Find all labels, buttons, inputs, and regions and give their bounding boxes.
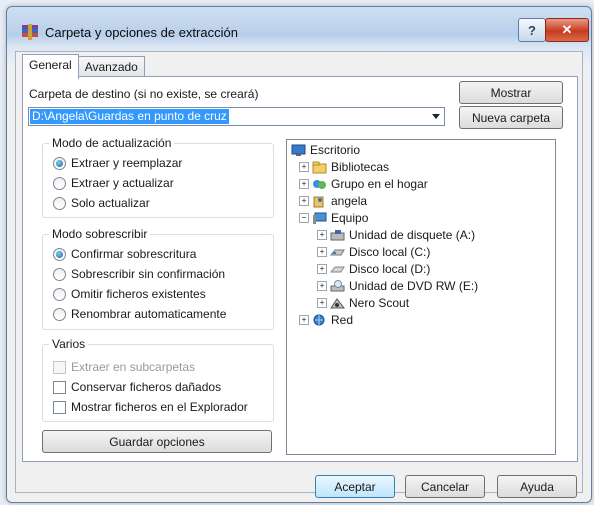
destination-combo[interactable]: D:\Angela\Guardas en punto de cruz [28,107,445,126]
tree-item-label: Equipo [331,211,369,225]
tree-item-dvd[interactable]: + Unidad de DVD RW (E:) [317,279,478,293]
expand-icon[interactable]: + [317,281,327,291]
tree-item-label: angela [331,194,368,208]
tree-item-disk-c[interactable]: + Disco local (C:) [317,245,430,259]
network-icon [313,314,325,325]
checkbox[interactable] [53,400,66,414]
radio-indicator[interactable] [53,156,66,170]
update-mode-group: Modo de actualización Extraer y reemplaz… [42,136,274,218]
checkbox-label: Mostrar ficheros en el Explorador [71,400,248,414]
radio-skip-existing[interactable]: Omitir ficheros existentes [53,287,206,301]
tree-item-label: Red [331,313,354,327]
radio-auto-rename[interactable]: Renombrar automaticamente [53,307,226,321]
hard-disk-icon [330,249,345,255]
hard-disk-icon [330,266,345,272]
tree-item-desktop[interactable]: Escritorio [291,143,360,157]
check-keep-broken[interactable]: Conservar ficheros dañados [53,380,221,394]
radio-label: Renombrar automaticamente [71,307,227,321]
help-title-button[interactable]: ? [518,18,546,42]
tree-item-homegroup[interactable]: + Grupo en el hogar [299,177,428,191]
expand-icon[interactable]: + [317,230,327,240]
radio-extract-replace[interactable]: Extraer y reemplazar [53,156,182,170]
help-button[interactable]: Ayuda [497,475,577,498]
tab-strip: General Avanzado [22,54,145,79]
tree-item-nero-scout[interactable]: + Nero Scout [317,296,409,310]
overwrite-mode-group: Modo sobrescribir Confirmar sobrescritur… [42,227,274,330]
nero-scout-icon [330,297,345,308]
tree-item-computer[interactable]: − Equipo [299,211,368,225]
collapse-icon[interactable]: − [299,213,309,223]
radio-only-update[interactable]: Solo actualizar [53,196,150,210]
expand-icon[interactable]: + [299,315,309,325]
radio-confirm-overwrite[interactable]: Confirmar sobrescritura [53,247,196,261]
tree-item-disk-d[interactable]: + Disco local (D:) [317,262,430,276]
close-button[interactable]: ✕ [545,18,589,42]
accept-button[interactable]: Aceptar [315,475,395,498]
tab-general[interactable]: General [22,54,79,79]
radio-label: Extraer y reemplazar [71,156,183,170]
save-options-button[interactable]: Guardar opciones [42,430,272,453]
destination-value: D:\Angela\Guardas en punto de cruz [30,109,229,124]
radio-indicator[interactable] [53,176,66,190]
tree-item-label: Nero Scout [349,296,410,310]
radio-label: Confirmar sobrescritura [71,247,197,261]
dvd-drive-icon [330,279,345,291]
user-folder-icon [313,196,324,207]
checkbox[interactable] [53,380,66,394]
checkbox-label: Conservar ficheros dañados [71,380,222,394]
radio-indicator[interactable] [53,267,66,281]
winrar-icon [22,24,38,40]
cancel-button[interactable]: Cancelar [405,475,485,498]
radio-label: Omitir ficheros existentes [71,287,206,301]
tree-item-label: Grupo en el hogar [331,177,428,191]
overwrite-mode-title: Modo sobrescribir [49,227,151,241]
tree-item-libraries[interactable]: + Bibliotecas [299,160,389,174]
tree-item-floppy[interactable]: + Unidad de disquete (A:) [317,228,475,242]
radio-overwrite-no-confirm[interactable]: Sobrescribir sin confirmación [53,267,225,281]
radio-indicator[interactable] [53,247,66,261]
tree-item-label: Bibliotecas [331,160,390,174]
expand-icon[interactable]: + [317,298,327,308]
misc-title: Varios [49,337,89,351]
radio-label: Extraer y actualizar [71,176,174,190]
title-bar[interactable]: Carpeta y opciones de extracción ? ✕ [7,7,591,51]
tree-item-network[interactable]: + Red [299,313,353,327]
misc-group: Varios Extraer en subcarpetas Conservar … [42,337,274,422]
expand-icon[interactable]: + [299,162,309,172]
radio-indicator[interactable] [53,196,66,210]
expand-icon[interactable]: + [317,264,327,274]
computer-icon [313,212,327,224]
tree-item-label: Unidad de DVD RW (E:) [349,279,479,293]
new-folder-button[interactable]: Nueva carpeta [459,106,563,129]
radio-label: Sobrescribir sin confirmación [71,267,226,281]
radio-extract-update[interactable]: Extraer y actualizar [53,176,174,190]
checkbox-label: Extraer en subcarpetas [71,360,196,374]
tree-item-label: Disco local (D:) [349,262,431,276]
radio-indicator[interactable] [53,307,66,321]
expand-icon[interactable]: + [317,247,327,257]
checkbox[interactable] [53,360,66,374]
chevron-down-icon[interactable] [432,114,440,119]
libraries-icon [312,161,327,173]
tree-item-label: Escritorio [310,143,361,157]
show-button[interactable]: Mostrar [459,81,563,104]
help-icon: ? [528,22,536,38]
floppy-icon [330,229,345,240]
desktop-icon [291,144,306,156]
destination-label: Carpeta de destino (si no existe, se cre… [29,87,259,101]
update-mode-title: Modo de actualización [49,136,175,150]
check-extract-subfolders[interactable]: Extraer en subcarpetas [53,360,195,374]
tree-item-angela[interactable]: + angela [299,194,367,208]
tree-item-label: Unidad de disquete (A:) [349,228,476,242]
homegroup-icon [313,179,326,189]
tree-item-label: Disco local (C:) [349,245,431,259]
check-show-in-explorer[interactable]: Mostrar ficheros en el Explorador [53,400,248,414]
radio-indicator[interactable] [53,287,66,301]
window-title: Carpeta y opciones de extracción [45,25,238,40]
folder-tree[interactable]: Escritorio + Bibliotecas + Grupo en el h… [286,139,556,455]
expand-icon[interactable]: + [299,196,309,206]
expand-icon[interactable]: + [299,179,309,189]
radio-label: Solo actualizar [71,196,150,210]
close-icon: ✕ [561,22,573,37]
